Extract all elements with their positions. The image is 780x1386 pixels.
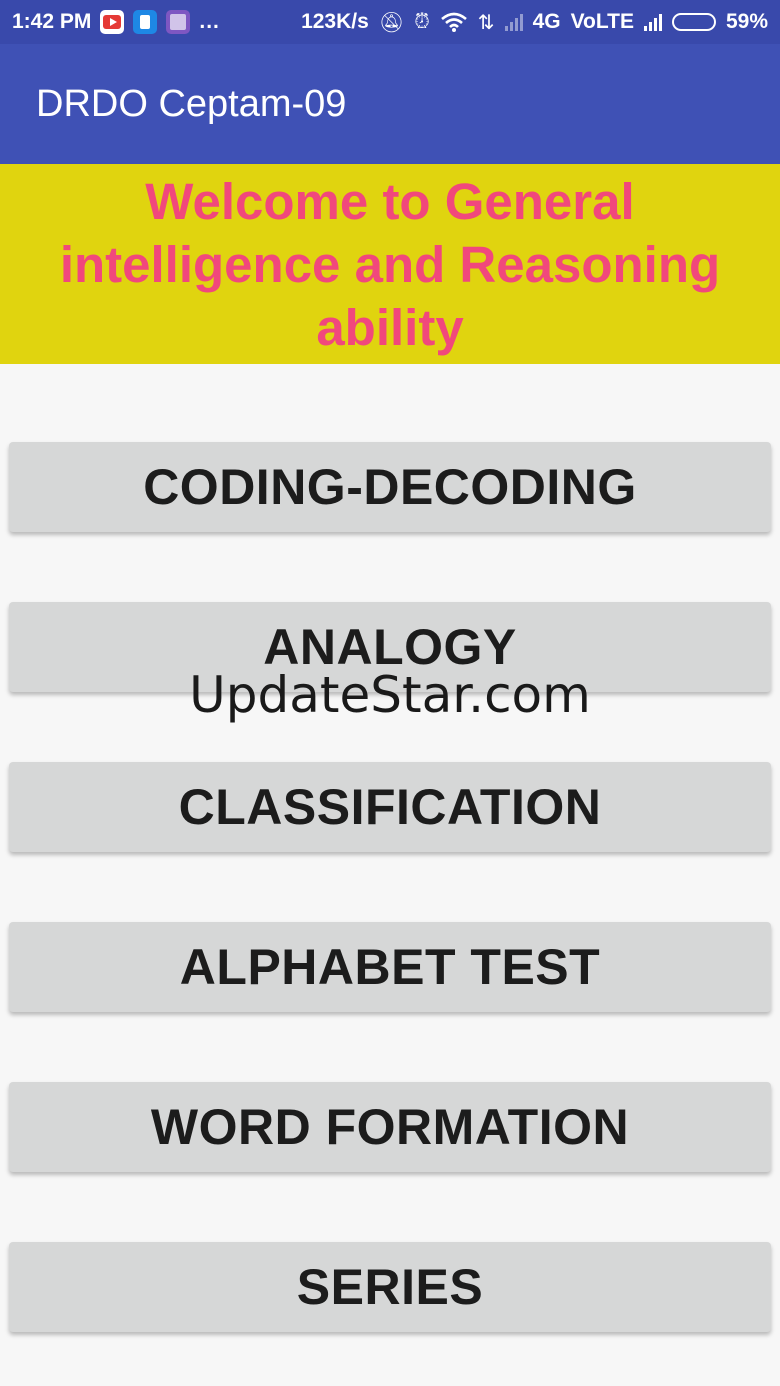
word-formation-button[interactable]: WORD FORMATION (9, 1082, 771, 1172)
status-time: 1:42 PM (12, 10, 92, 33)
wifi-icon (440, 12, 467, 32)
app-icon (133, 10, 158, 34)
more-notifications: ... (199, 10, 220, 33)
network-type: 4G (532, 10, 561, 33)
status-bar: 1:42 PM ... 123K/s 🔕︎ ⏰︎ ⇅ 4G VoLTE 59% (0, 0, 780, 44)
status-bar-right: 123K/s 🔕︎ ⏰︎ ⇅ 4G VoLTE 59% (301, 10, 768, 35)
app-title: DRDO Ceptam-09 (36, 82, 347, 125)
analogy-button[interactable]: ANALOGY (9, 602, 771, 692)
data-transfer-icon: ⇅ (477, 11, 495, 34)
network-speed: 123K/s (301, 10, 369, 33)
battery-percent: 59% (725, 10, 768, 33)
status-bar-left: 1:42 PM ... (12, 10, 220, 34)
series-button[interactable]: SERIES (9, 1242, 771, 1332)
youtube-icon (100, 10, 125, 34)
gallery-icon (166, 10, 191, 34)
welcome-text: Welcome to General intelligence and Reas… (59, 172, 721, 356)
classification-button[interactable]: CLASSIFICATION (9, 762, 771, 852)
signal-sim2-icon (504, 13, 523, 31)
welcome-banner: Welcome to General intelligence and Reas… (0, 164, 780, 364)
alphabet-test-button[interactable]: ALPHABET TEST (9, 922, 771, 1012)
battery-icon (671, 13, 716, 31)
alarm-icon: ⏰︎ (414, 10, 430, 33)
app-bar: DRDO Ceptam-09 (0, 44, 780, 164)
mute-icon: 🔕︎ (378, 11, 405, 34)
coding-decoding-button[interactable]: CODING-DECODING (9, 442, 771, 532)
signal-sim1-icon (643, 13, 662, 31)
volte-label: VoLTE (570, 10, 634, 33)
